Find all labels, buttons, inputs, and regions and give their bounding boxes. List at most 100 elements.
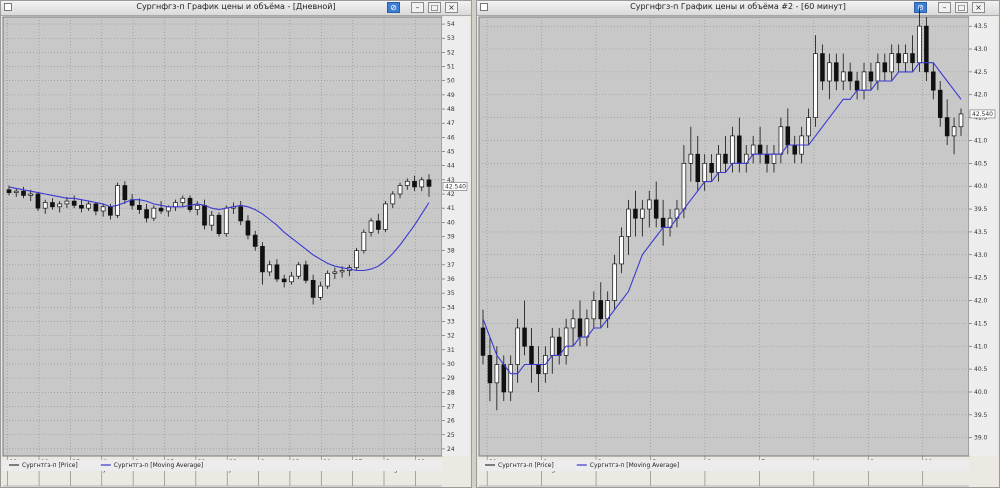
candle-body bbox=[889, 53, 894, 73]
hourly-price-chart[interactable]: 39.0 39.5 40.0 40.5 41.0 41.5 42.0 42.5 43.0 43.5… bbox=[477, 1, 999, 487]
candle-body bbox=[267, 264, 273, 273]
candle-body bbox=[209, 214, 215, 226]
y-tick-label: 36 bbox=[447, 276, 455, 283]
candle-body bbox=[875, 62, 881, 82]
y-tick-label: 32 bbox=[447, 333, 455, 340]
candle-body bbox=[339, 270, 345, 273]
y-tick-label: 27 bbox=[447, 403, 455, 410]
candle-body bbox=[144, 209, 149, 219]
candle-body bbox=[653, 199, 659, 219]
candle-body bbox=[202, 204, 207, 226]
candle-body bbox=[354, 250, 359, 269]
candle-body bbox=[303, 264, 309, 281]
candle-body bbox=[252, 234, 258, 247]
legend-entry: Сургнтгз-п [Price] bbox=[498, 462, 554, 469]
candle-body bbox=[937, 89, 943, 118]
y-tick-label: 42.0 bbox=[974, 298, 988, 305]
candle-body bbox=[633, 208, 638, 219]
candle-body bbox=[412, 180, 417, 188]
candle-body bbox=[529, 345, 534, 365]
y-tick-label: 48 bbox=[447, 106, 455, 113]
y-tick-label: 35 bbox=[447, 290, 455, 297]
last-price-label: 42.540 bbox=[445, 183, 466, 190]
candle-body bbox=[612, 263, 617, 301]
candle-body bbox=[64, 200, 70, 205]
candle-body bbox=[591, 300, 597, 320]
plot-area bbox=[478, 16, 970, 457]
y-tick-label: 44 bbox=[447, 163, 455, 170]
candle-body bbox=[660, 217, 666, 228]
candle-body bbox=[487, 355, 493, 384]
y-tick-label: 42.5 bbox=[974, 69, 988, 76]
daily-chart-window[interactable]: Сургнфгз-п График цены и объёма - [Дневн… bbox=[0, 0, 472, 488]
y-tick-label: 51 bbox=[447, 64, 455, 71]
y-tick-label: 53 bbox=[447, 35, 455, 42]
candle-body bbox=[931, 71, 936, 91]
candle-body bbox=[806, 117, 811, 137]
candle-body bbox=[383, 203, 388, 230]
candle-body bbox=[619, 236, 624, 265]
candle-body bbox=[695, 153, 701, 182]
candle-body bbox=[785, 126, 791, 146]
candle-body bbox=[903, 53, 908, 64]
y-tick-label: 29 bbox=[447, 375, 455, 382]
y-tick-label: 50 bbox=[447, 78, 455, 85]
y-tick-label: 40.0 bbox=[974, 389, 988, 396]
candle-body bbox=[494, 364, 500, 384]
candle-body bbox=[771, 153, 777, 164]
candle-body bbox=[57, 203, 63, 208]
y-tick-label: 39 bbox=[447, 234, 455, 241]
y-tick-label: 47 bbox=[447, 120, 455, 127]
candle-body bbox=[792, 144, 797, 155]
candle-body bbox=[605, 300, 610, 320]
daily-price-chart[interactable]: 2425262728293031323334353637383940414243… bbox=[1, 1, 471, 487]
candle-body bbox=[93, 203, 99, 212]
candle-body bbox=[730, 135, 735, 164]
candle-body bbox=[563, 327, 569, 356]
candle-body bbox=[21, 190, 26, 196]
candle-body bbox=[556, 336, 562, 356]
candle-body bbox=[840, 71, 846, 82]
candle-body bbox=[71, 200, 77, 206]
y-tick-label: 54 bbox=[447, 21, 455, 28]
candle-body bbox=[723, 153, 728, 164]
candle-body bbox=[42, 202, 48, 209]
candle-body bbox=[944, 117, 950, 137]
y-tick-label: 43.0 bbox=[974, 46, 988, 53]
candle-body bbox=[647, 199, 652, 210]
y-tick-label: 28 bbox=[447, 389, 455, 396]
y-tick-label: 49 bbox=[447, 92, 455, 99]
y-tick-label: 39.5 bbox=[974, 206, 988, 213]
candle-body bbox=[958, 113, 964, 128]
candle-body bbox=[404, 180, 410, 186]
candle-body bbox=[310, 280, 316, 298]
y-tick-label: 39.5 bbox=[974, 412, 988, 419]
y-tick-label: 42 bbox=[447, 191, 455, 198]
candle-body bbox=[79, 204, 84, 209]
y-tick-label: 43.0 bbox=[974, 252, 988, 259]
y-tick-label: 25 bbox=[447, 432, 455, 439]
candle-body bbox=[924, 25, 929, 73]
candle-body bbox=[598, 300, 604, 320]
y-tick-label: 40.5 bbox=[974, 366, 988, 373]
candle-body bbox=[640, 208, 645, 219]
candle-body bbox=[813, 53, 818, 118]
candle-body bbox=[115, 185, 120, 216]
candle-body bbox=[750, 144, 756, 155]
candle-body bbox=[137, 204, 142, 210]
y-tick-label: 42.5 bbox=[974, 275, 988, 282]
candle-body bbox=[508, 364, 513, 393]
y-tick-label: 41 bbox=[447, 205, 455, 212]
candle-body bbox=[318, 285, 323, 298]
hourly-chart-window[interactable]: Сургнфгз-п График цены и объёма #2 - [60… bbox=[476, 0, 1000, 488]
candle-body bbox=[13, 190, 19, 193]
candle-body bbox=[868, 71, 874, 82]
y-tick-label: 41.5 bbox=[974, 320, 988, 327]
y-tick-label: 26 bbox=[447, 418, 455, 425]
candle-body bbox=[681, 162, 687, 210]
candle-body bbox=[122, 185, 128, 201]
candle-body bbox=[151, 207, 157, 219]
candle-body bbox=[951, 126, 957, 137]
candle-body bbox=[570, 318, 576, 329]
y-tick-label: 45 bbox=[447, 149, 455, 156]
